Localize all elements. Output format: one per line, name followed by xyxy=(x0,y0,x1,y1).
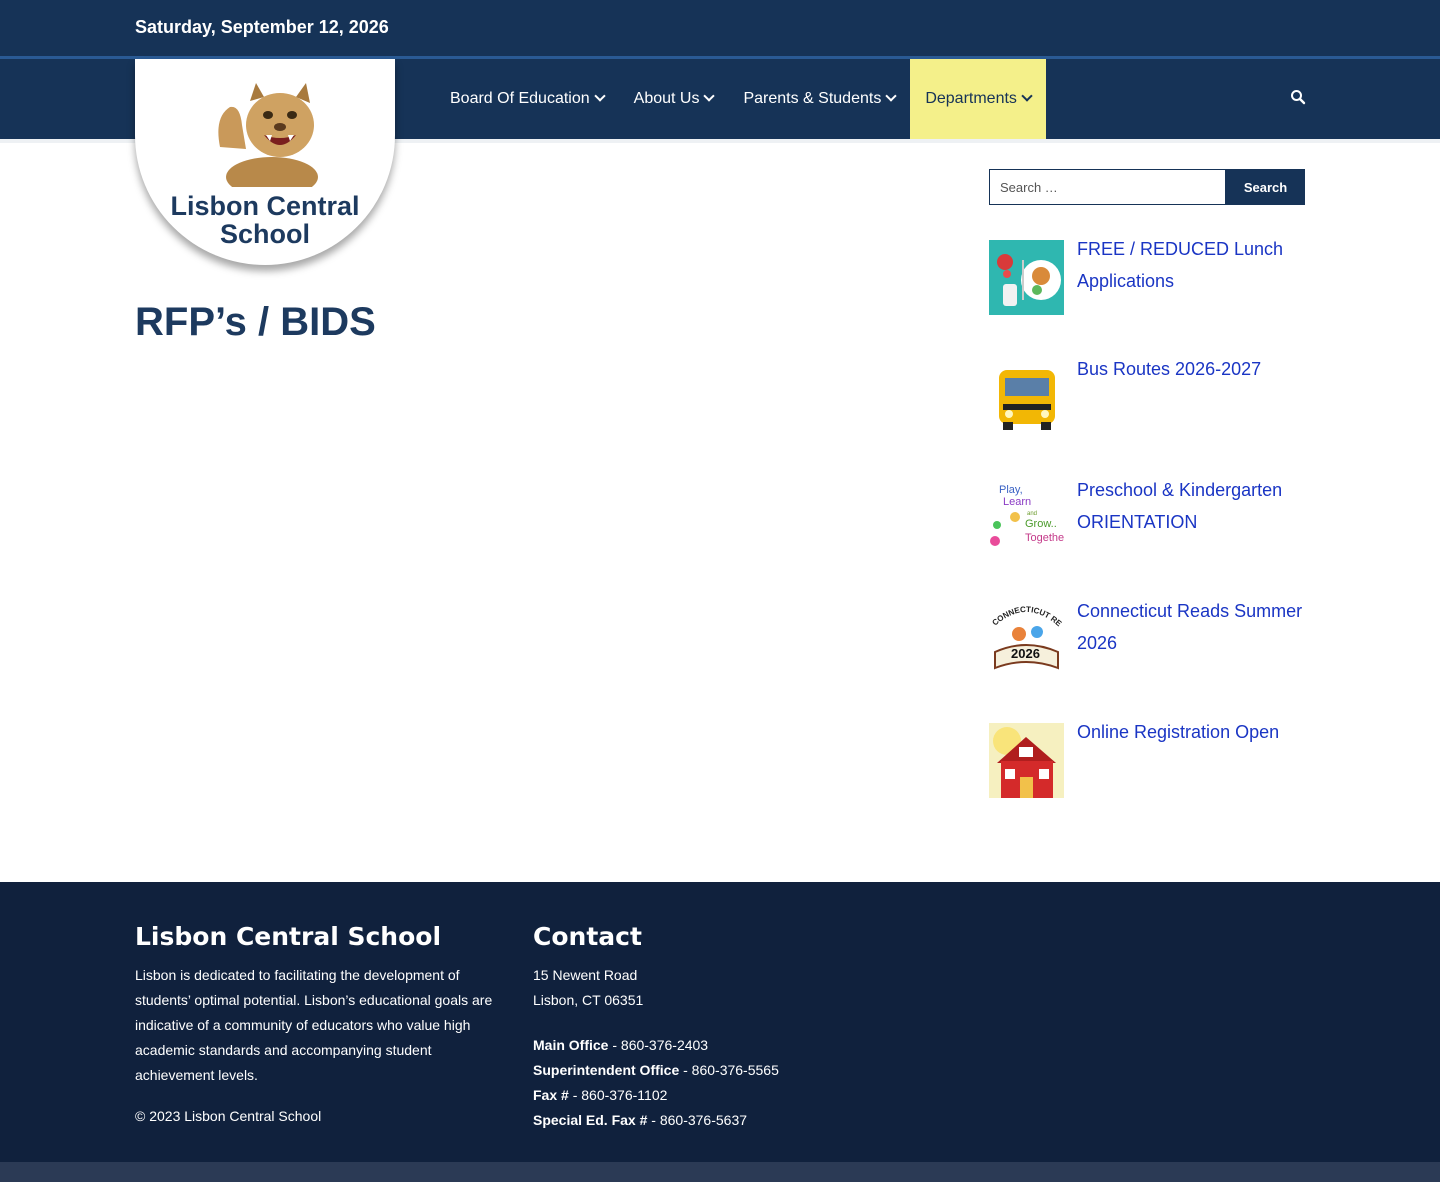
thumb-text-play: Play, xyxy=(999,484,1023,496)
post-link-registration[interactable]: Online Registration Open xyxy=(1077,716,1279,798)
footer-about-text: Lisbon is dedicated to facilitating the … xyxy=(135,967,493,1083)
nav-item-board-of-education[interactable]: Board Of Education xyxy=(435,59,619,139)
bottom-strip xyxy=(0,1162,1440,1182)
contact-value: - 860-376-1102 xyxy=(568,1087,668,1103)
school-bus-icon[interactable] xyxy=(989,360,1064,435)
post-link-bus-routes[interactable]: Bus Routes 2026-2027 xyxy=(1077,353,1261,435)
contact-label: Fax # xyxy=(533,1087,569,1103)
search-input[interactable] xyxy=(989,169,1226,205)
contact-label: Main Office xyxy=(533,1037,609,1053)
search-icon[interactable] xyxy=(1290,89,1306,105)
site-name: Lisbon Central School xyxy=(170,191,360,249)
top-bar: Saturday, September 12, 2026 xyxy=(0,0,1440,59)
post-item-bus: Bus Routes 2026-2027 xyxy=(989,359,1305,435)
schoolhouse-icon[interactable] xyxy=(989,723,1064,798)
post-item-registration: Online Registration Open xyxy=(989,722,1305,798)
post-item-preschool: Play, Learn and Grow.. Togethe Preschool… xyxy=(989,480,1305,556)
thumb-text-learn: Learn xyxy=(1003,496,1031,508)
contact-line-superintendent: Superintendent Office - 860-376-5565 xyxy=(533,1058,833,1083)
chevron-down-icon xyxy=(1021,90,1033,102)
current-date: Saturday, September 12, 2026 xyxy=(135,17,389,37)
thumb-text-together: Togethe xyxy=(1025,532,1064,544)
nav-item-parents-students[interactable]: Parents & Students xyxy=(728,59,910,139)
reading-book-icon[interactable]: CONNECTICUT READS 2026 xyxy=(989,602,1064,677)
nav-item-departments[interactable]: Departments xyxy=(910,59,1046,139)
nav-item-about-us[interactable]: About Us xyxy=(619,59,729,139)
contact-value: - 860-376-5565 xyxy=(679,1062,779,1078)
play-learn-grow-icon[interactable]: Play, Learn and Grow.. Togethe xyxy=(989,481,1064,556)
sidebar: Search FREE / REDUCED Lunch Applications… xyxy=(989,169,1305,798)
footer-about-heading: Lisbon Central School xyxy=(135,922,442,951)
contact-value: - 860-376-5637 xyxy=(647,1112,748,1128)
contact-address: 15 Newent Road Lisbon, CT 06351 xyxy=(533,963,833,1013)
contact-line-special-ed-fax: Special Ed. Fax # - 860-376-5637 xyxy=(533,1108,833,1133)
nav-label: Board Of Education xyxy=(450,90,590,107)
chevron-down-icon xyxy=(593,90,606,102)
contact-label: Superintendent Office xyxy=(533,1062,680,1078)
thumb-text-year: 2026 xyxy=(1011,646,1040,661)
nav-menu: Board Of Education About Us Parents & St… xyxy=(435,59,1046,139)
nav-label: Parents & Students xyxy=(743,90,882,107)
search-button[interactable]: Search xyxy=(1226,169,1305,205)
site-logo[interactable]: Lisbon Central School xyxy=(135,59,395,265)
footer-contact-heading: Contact xyxy=(533,922,642,951)
post-item-lunch: FREE / REDUCED Lunch Applications xyxy=(989,239,1305,315)
nav-label: Departments xyxy=(925,90,1017,107)
chevron-down-icon xyxy=(885,90,897,102)
contact-line-fax: Fax # - 860-376-1102 xyxy=(533,1083,833,1108)
post-link-orientation[interactable]: Preschool & Kindergarten ORIENTATION xyxy=(1077,474,1305,556)
contact-value: - 860-376-2403 xyxy=(608,1037,709,1053)
contact-line-main-office: Main Office - 860-376-2403 xyxy=(533,1033,833,1058)
thumb-text-grow: Grow.. xyxy=(1025,518,1057,530)
copyright: © 2023 Lisbon Central School xyxy=(135,1108,322,1124)
cougar-mascot-icon xyxy=(218,83,318,197)
search-form: Search xyxy=(989,169,1305,205)
site-footer: Lisbon Central School Lisbon is dedicate… xyxy=(0,882,1440,1162)
address-line-1: 15 Newent Road xyxy=(533,967,638,983)
post-link-lunch[interactable]: FREE / REDUCED Lunch Applications xyxy=(1077,233,1305,315)
thumb-text-and: and xyxy=(1027,511,1037,517)
post-link-ct-reads[interactable]: Connecticut Reads Summer 2026 xyxy=(1077,595,1305,677)
page-title: RFP’s / BIDS xyxy=(135,300,376,344)
contact-phones: Main Office - 860-376-2403 Superintenden… xyxy=(533,1033,833,1133)
post-item-ct-reads: CONNECTICUT READS 2026 Connecticut Reads… xyxy=(989,601,1305,677)
contact-label: Special Ed. Fax # xyxy=(533,1112,648,1128)
lunch-tray-icon[interactable] xyxy=(989,240,1064,315)
footer-contact: Contact 15 Newent Road Lisbon, CT 06351 … xyxy=(533,922,833,1133)
chevron-down-icon xyxy=(703,90,716,102)
footer-about: Lisbon Central School Lisbon is dedicate… xyxy=(135,922,505,1124)
nav-label: About Us xyxy=(633,90,700,107)
address-line-2: Lisbon, CT 06351 xyxy=(533,992,644,1008)
